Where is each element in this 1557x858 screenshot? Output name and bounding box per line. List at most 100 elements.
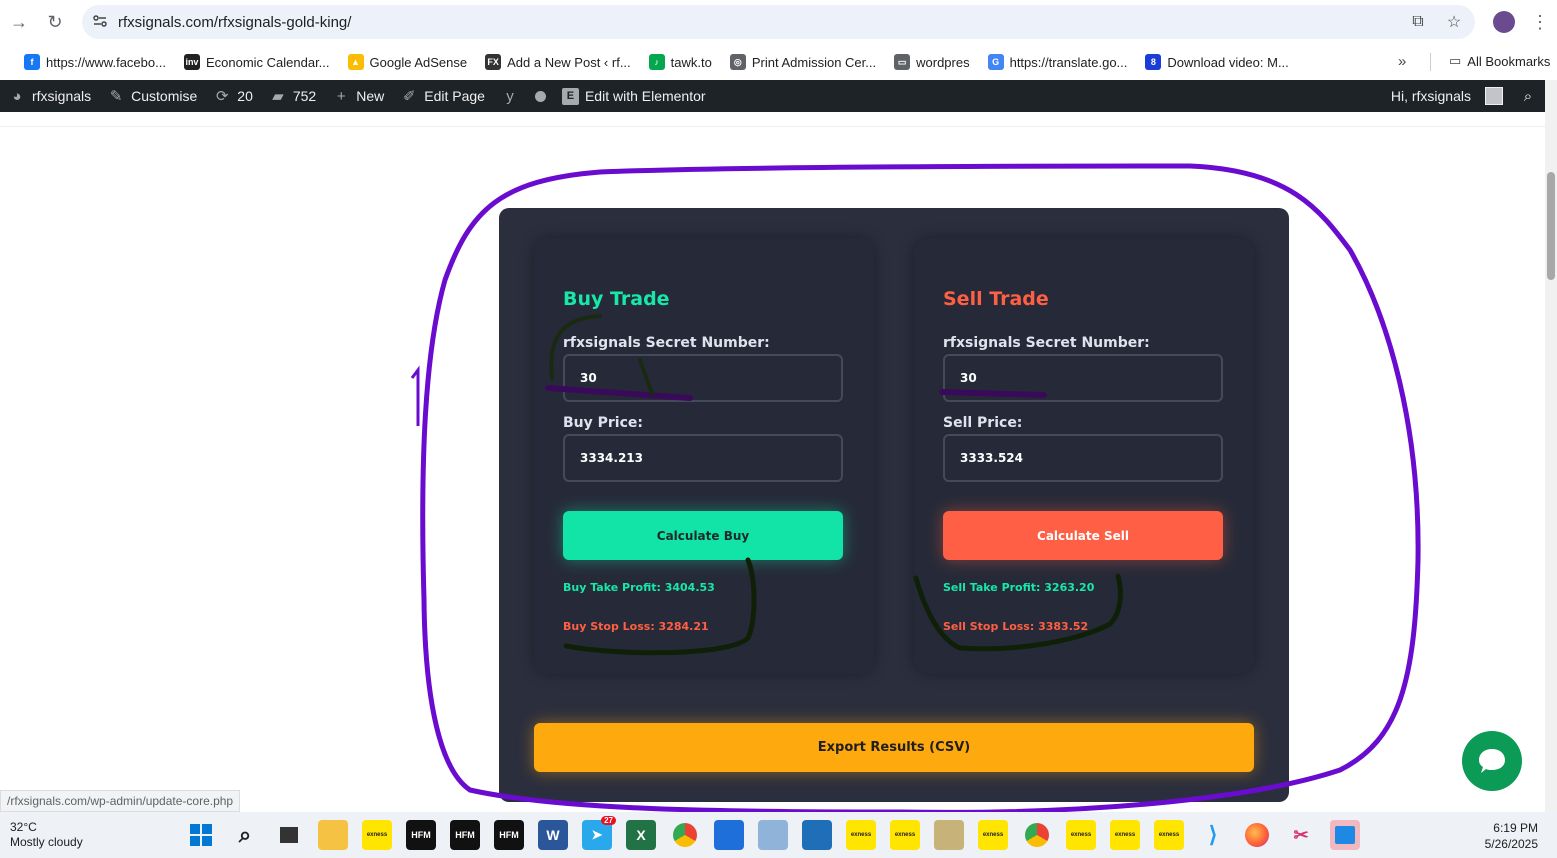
chat-widget-button[interactable]: [1462, 731, 1522, 791]
download-icon: 8: [1145, 54, 1162, 70]
bookmark-label: Print Admission Cer...: [751, 54, 877, 70]
hfm-icon-3[interactable]: HFM: [494, 820, 524, 850]
chrome-profile-icon[interactable]: [1022, 820, 1052, 850]
sell-secret-label: rfxsignals Secret Number:: [943, 335, 1150, 351]
bookmark-item[interactable]: 8 Download video: M...: [1136, 54, 1297, 70]
hfm-icon-2[interactable]: HFM: [450, 820, 480, 850]
exness-icon[interactable]: exness: [362, 820, 392, 850]
buy-title: Buy Trade: [563, 288, 670, 310]
page-header-divider: [0, 126, 1545, 127]
exness-icon-3[interactable]: exness: [890, 820, 920, 850]
purple-tick-annotation: [410, 365, 420, 426]
adsense-icon: ▲: [347, 54, 364, 70]
exness-icon-6[interactable]: exness: [1110, 820, 1140, 850]
site-info-icon[interactable]: [92, 13, 108, 29]
photos-icon[interactable]: [1330, 820, 1360, 850]
winrar-icon[interactable]: [934, 820, 964, 850]
updates-count: 20: [237, 88, 253, 104]
menu-dots-icon[interactable]: ⋮: [1528, 10, 1552, 34]
buy-price-label: Buy Price:: [563, 415, 643, 431]
address-bar[interactable]: rfxsignals.com/rfxsignals-gold-king/ ⧉ ☆: [82, 5, 1475, 39]
bookmark-item[interactable]: ♪ tawk.to: [640, 54, 721, 70]
edit-page-label: Edit Page: [424, 88, 485, 104]
sell-stop-loss: Sell Stop Loss: 3383.52: [943, 620, 1089, 633]
url-text[interactable]: rfxsignals.com/rfxsignals-gold-king/: [118, 14, 351, 31]
search-icon[interactable]: ⌕: [230, 820, 260, 850]
wp-account[interactable]: Hi, rfxsignals: [1383, 80, 1511, 112]
bookmark-label: https://translate.go...: [1009, 54, 1128, 70]
pencil-icon: ✐: [402, 88, 416, 105]
wp-updates[interactable]: ⟳ 20: [205, 80, 261, 112]
vscode-icon[interactable]: ⟩: [1198, 820, 1228, 850]
scrollbar-thumb[interactable]: [1547, 172, 1555, 280]
exness-icon-5[interactable]: exness: [1066, 820, 1096, 850]
weather-widget[interactable]: 32°C Mostly cloudy: [10, 820, 83, 850]
elementor-icon: E: [561, 87, 579, 105]
bookmark-star-icon[interactable]: ☆: [1443, 11, 1465, 33]
sell-trade-card: Sell Trade rfxsignals Secret Number: Sel…: [914, 238, 1254, 674]
bookmark-item[interactable]: FX Add a New Post ‹ rf...: [476, 54, 640, 70]
sell-price-input[interactable]: [943, 434, 1223, 482]
export-csv-button[interactable]: Export Results (CSV): [534, 723, 1254, 772]
sell-secret-input[interactable]: [943, 354, 1223, 402]
translate-page-icon[interactable]: ⧉: [1407, 11, 1429, 33]
calculate-buy-button[interactable]: Calculate Buy: [563, 511, 843, 560]
user-avatar: [1485, 87, 1503, 105]
excel-icon[interactable]: X: [626, 820, 656, 850]
file-explorer-icon[interactable]: [318, 820, 348, 850]
tawk-icon: ♪: [648, 54, 665, 70]
all-bookmarks[interactable]: ▭ All Bookmarks: [1440, 53, 1557, 69]
bookmark-item[interactable]: inv Economic Calendar...: [175, 54, 339, 70]
wp-comments[interactable]: ▰ 752: [261, 80, 324, 112]
more-bookmarks-icon[interactable]: »: [1398, 53, 1406, 70]
wp-customise[interactable]: ✎ Customise: [99, 80, 205, 112]
calculate-sell-button[interactable]: Calculate Sell: [943, 511, 1223, 560]
forex-signal-icon: FX: [485, 54, 502, 70]
wp-yoast[interactable]: y: [493, 80, 527, 112]
bookmark-label: https://www.facebo...: [46, 54, 166, 70]
wp-edit-page[interactable]: ✐ Edit Page: [392, 80, 493, 112]
weather-condition: Mostly cloudy: [10, 835, 83, 849]
system-clock[interactable]: 6:19 PM 5/26/2025: [1485, 820, 1538, 852]
wp-new[interactable]: + New: [324, 80, 392, 112]
windows-start-icon[interactable]: [186, 820, 216, 850]
bookmark-item[interactable]: ◎ Print Admission Cer...: [721, 54, 885, 70]
window-app-icon[interactable]: [802, 820, 832, 850]
trade-calculator: Buy Trade rfxsignals Secret Number: Buy …: [499, 208, 1289, 802]
wp-search[interactable]: ⌕: [1511, 80, 1545, 112]
hfm-icon[interactable]: HFM: [406, 820, 436, 850]
bookmark-item[interactable]: ▭ wordpres: [885, 54, 978, 70]
investing-icon: inv: [183, 54, 200, 70]
folder-icon: ▭: [894, 54, 911, 70]
control-panel-icon[interactable]: [758, 820, 788, 850]
forward-icon[interactable]: →: [7, 10, 31, 34]
word-icon[interactable]: W: [538, 820, 568, 850]
notepad-icon[interactable]: [714, 820, 744, 850]
bookmark-item[interactable]: f https://www.facebo...: [15, 54, 175, 70]
exness-icon-2[interactable]: exness: [846, 820, 876, 850]
buy-secret-input[interactable]: [563, 354, 843, 402]
bookmark-item[interactable]: ▲ Google AdSense: [339, 54, 477, 70]
bookmarks-divider: [1430, 53, 1431, 71]
page-scrollbar[interactable]: [1545, 80, 1557, 812]
task-view-icon[interactable]: [274, 820, 304, 850]
exness-icon-4[interactable]: exness: [978, 820, 1008, 850]
exness-icon-7[interactable]: exness: [1154, 820, 1184, 850]
chrome-icon[interactable]: [670, 820, 700, 850]
windows-taskbar: 32°C Mostly cloudy ⌕ exness HFM HFM HFM …: [0, 812, 1557, 858]
wp-status-dot[interactable]: [527, 80, 554, 112]
bookmark-item[interactable]: Ghttps://translate.go...: [979, 54, 1137, 70]
folder-icon: ▭: [1449, 53, 1462, 68]
profile-avatar[interactable]: [1493, 11, 1515, 33]
wp-site-link[interactable]: ◕ rfxsignals: [0, 80, 99, 112]
comment-icon: ▰: [272, 88, 284, 105]
telegram-icon[interactable]: ➤ 27: [582, 816, 616, 850]
sell-price-label: Sell Price:: [943, 415, 1023, 431]
bookmarks-bar: f https://www.facebo... inv Economic Calend…: [0, 44, 1557, 80]
firefox-icon[interactable]: [1242, 820, 1272, 850]
buy-price-input[interactable]: [563, 434, 843, 482]
reload-icon[interactable]: ↻: [43, 10, 67, 34]
wp-elementor[interactable]: E Edit with Elementor: [554, 80, 714, 112]
globe-icon: ◎: [729, 54, 746, 70]
snipping-tool-icon[interactable]: ✂: [1286, 820, 1316, 850]
